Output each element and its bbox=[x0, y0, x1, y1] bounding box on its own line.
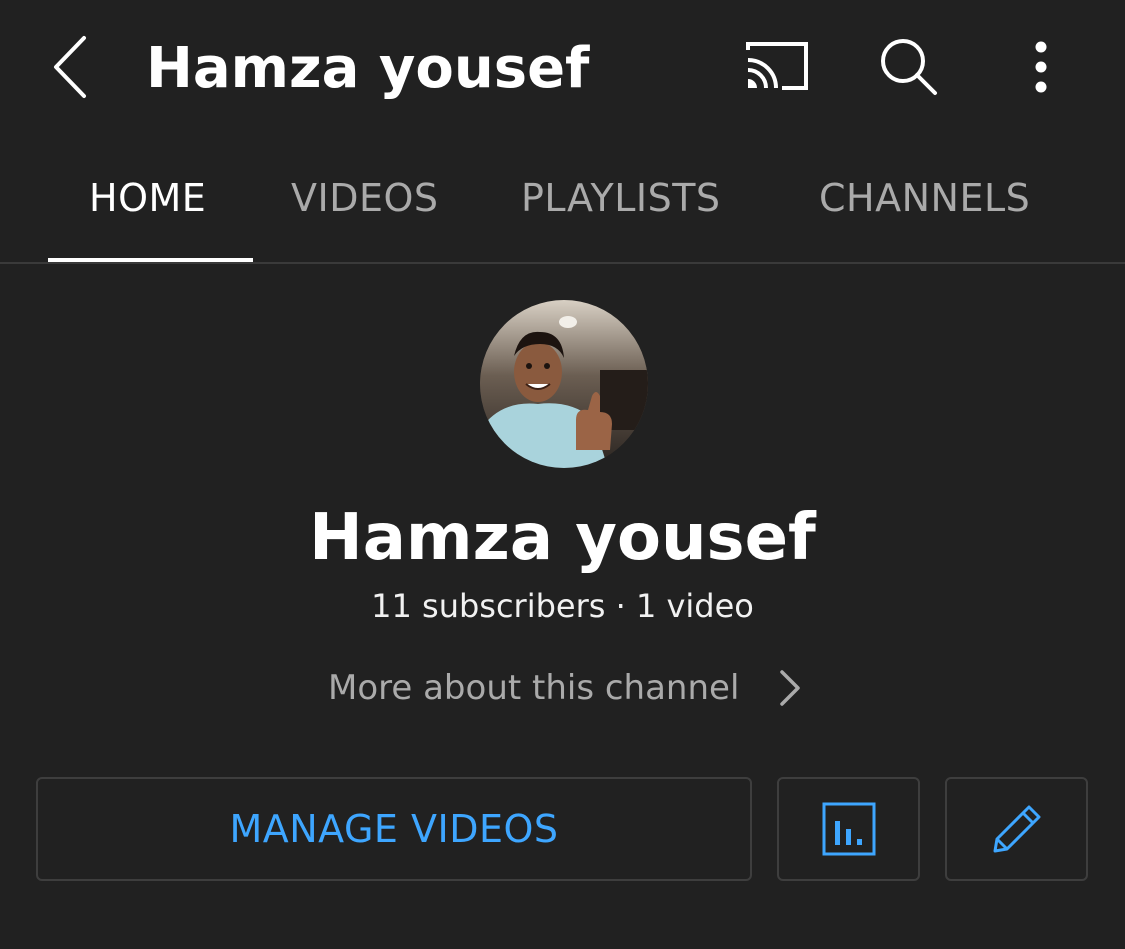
search-button[interactable] bbox=[875, 34, 943, 100]
avatar[interactable] bbox=[480, 300, 648, 468]
page-title: Hamza yousef bbox=[146, 36, 590, 101]
channel-tabs: HOME VIDEOS PLAYLISTS CHANNELS bbox=[0, 135, 1125, 264]
more-about-channel-link[interactable]: More about this channel bbox=[328, 664, 803, 712]
cast-button[interactable] bbox=[740, 36, 812, 98]
avatar-photo bbox=[480, 300, 648, 468]
chevron-left-icon bbox=[54, 36, 86, 98]
cast-icon bbox=[746, 42, 808, 90]
more-options-button[interactable] bbox=[1018, 34, 1064, 100]
search-icon bbox=[881, 39, 937, 95]
back-button[interactable] bbox=[40, 30, 100, 105]
more-vertical-icon bbox=[1035, 41, 1047, 93]
tab-home[interactable]: HOME bbox=[89, 173, 206, 223]
manage-videos-button[interactable]: MANAGE VIDEOS bbox=[36, 777, 752, 881]
tab-playlists[interactable]: PLAYLISTS bbox=[521, 173, 721, 223]
channel-stats: 11 subscribers · 1 video bbox=[371, 587, 754, 625]
analytics-button[interactable] bbox=[777, 777, 920, 881]
analytics-icon bbox=[822, 802, 875, 856]
top-app-bar: Hamza yousef bbox=[0, 0, 1125, 135]
tabs-divider bbox=[0, 262, 1125, 264]
tab-channels[interactable]: CHANNELS bbox=[819, 173, 1030, 223]
pencil-icon bbox=[993, 805, 1040, 853]
channel-name: Hamza yousef bbox=[309, 501, 816, 575]
edit-channel-button[interactable] bbox=[945, 777, 1088, 881]
manage-videos-label: MANAGE VIDEOS bbox=[229, 807, 559, 851]
more-about-label: More about this channel bbox=[328, 668, 740, 708]
chevron-right-icon bbox=[777, 668, 803, 708]
tab-videos[interactable]: VIDEOS bbox=[291, 173, 439, 223]
